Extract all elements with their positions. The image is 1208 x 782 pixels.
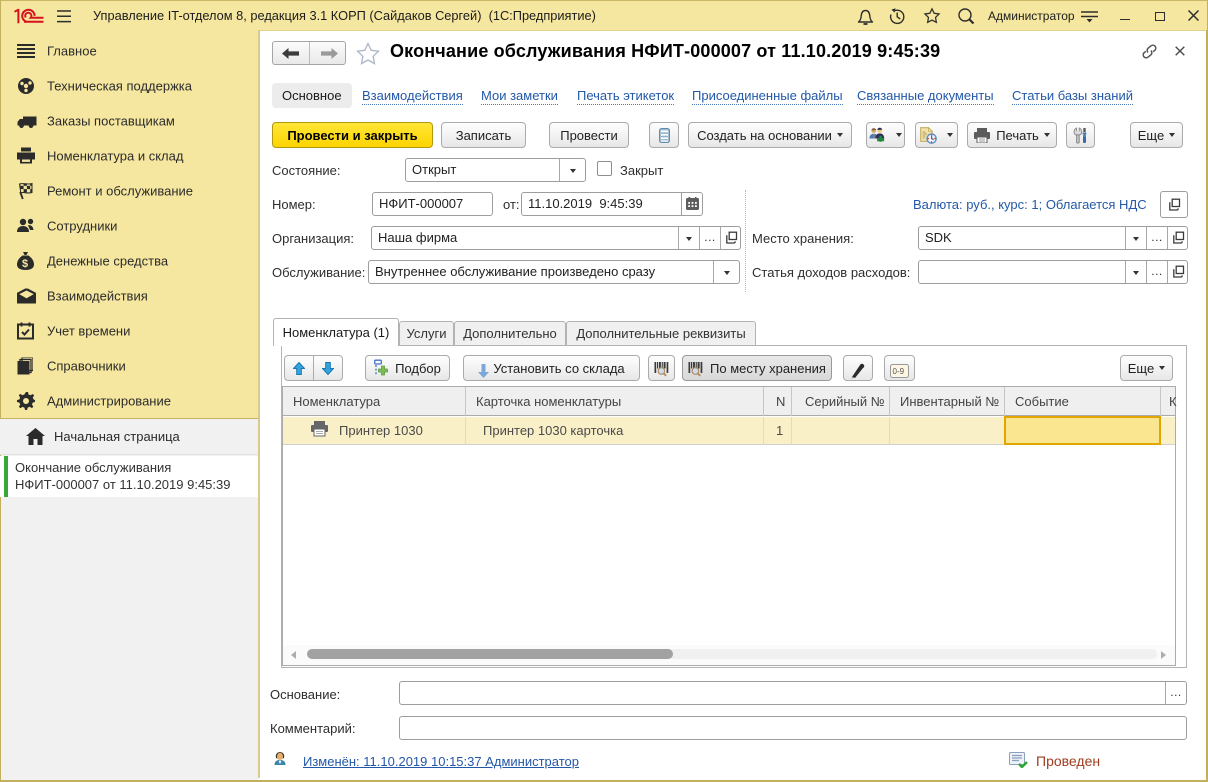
svg-text:$: $ [22,258,28,270]
svg-text:0-9: 0-9 [893,367,905,376]
